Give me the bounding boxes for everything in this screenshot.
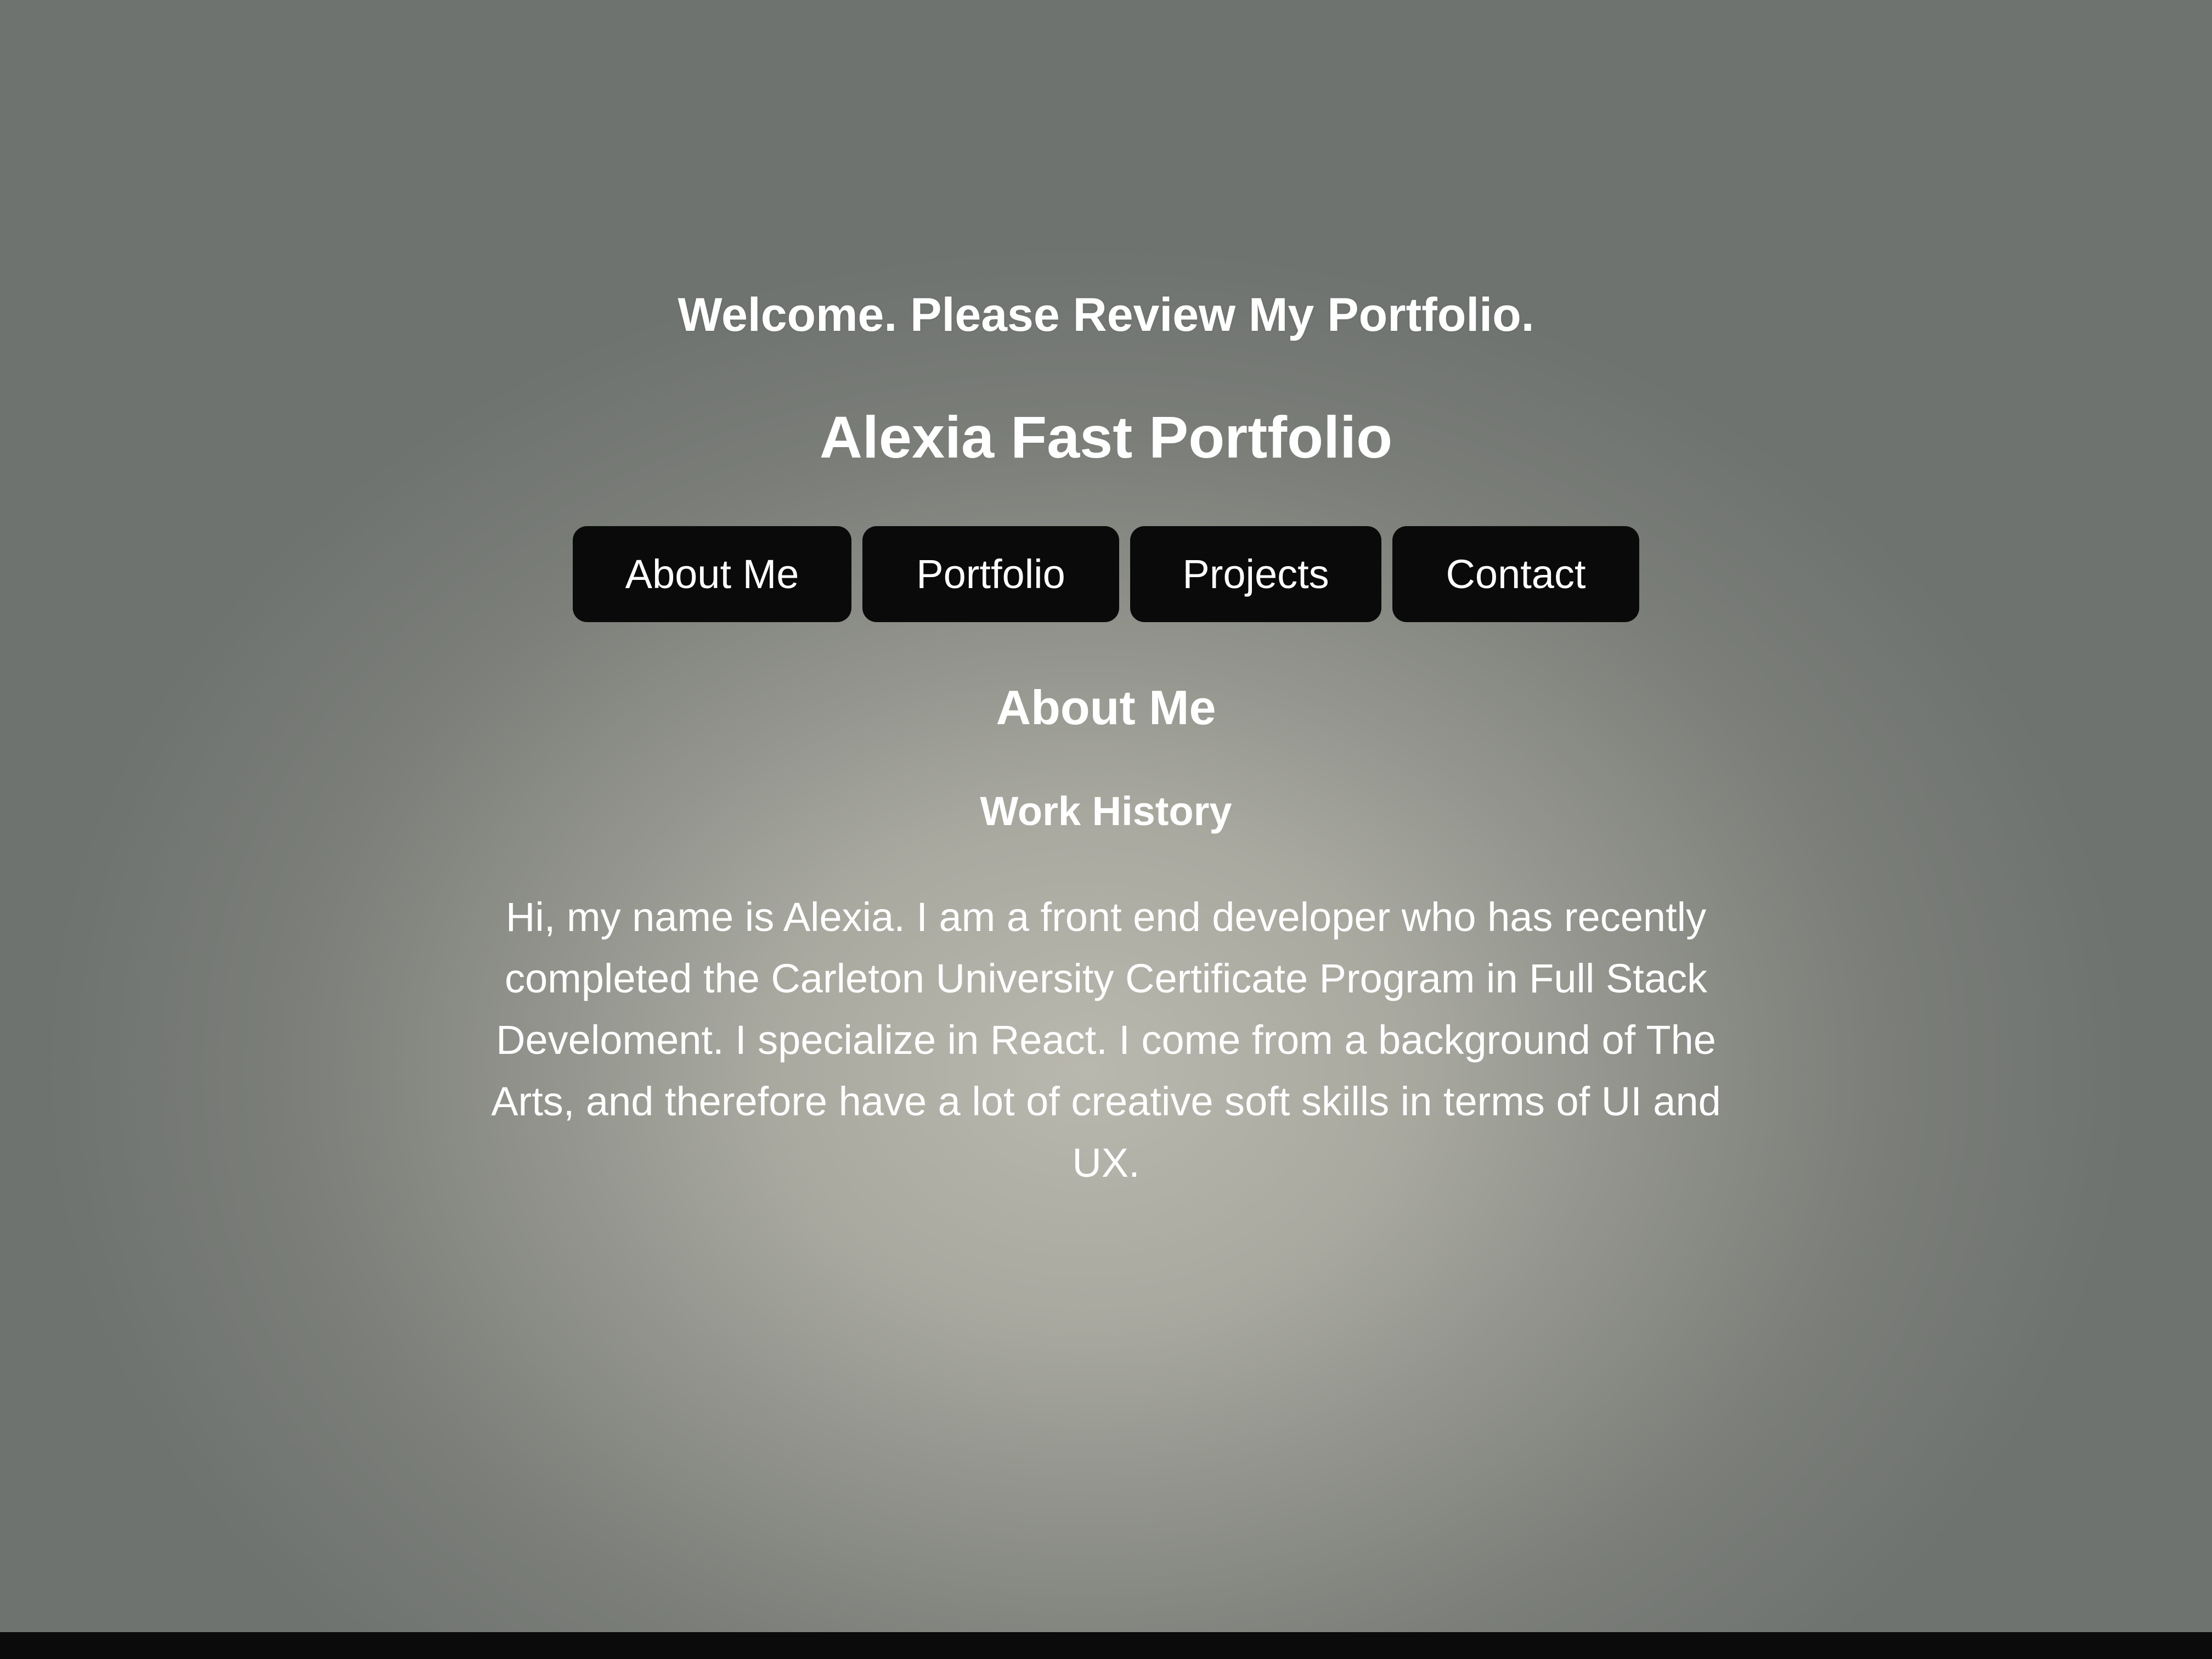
- nav-button-projects[interactable]: Projects: [1130, 526, 1381, 622]
- portfolio-page: Welcome. Please Review My Portfolio. Ale…: [0, 0, 2212, 1632]
- nav-button-portfolio[interactable]: Portfolio: [862, 526, 1119, 622]
- bio-paragraph: Hi, my name is Alexia. I am a front end …: [491, 894, 1721, 1186]
- welcome-heading: Welcome. Please Review My Portfolio.: [678, 289, 1534, 341]
- page-title: Alexia Fast Portfolio: [819, 404, 1393, 470]
- screen-bezel: [0, 1632, 2212, 1659]
- nav-button-about-me[interactable]: About Me: [573, 526, 851, 622]
- main-nav: About Me Portfolio Projects Contact: [573, 526, 1639, 622]
- section-title-about-me: About Me: [996, 680, 1216, 735]
- subsection-title-work-history: Work History: [980, 788, 1232, 834]
- nav-button-contact[interactable]: Contact: [1392, 526, 1639, 622]
